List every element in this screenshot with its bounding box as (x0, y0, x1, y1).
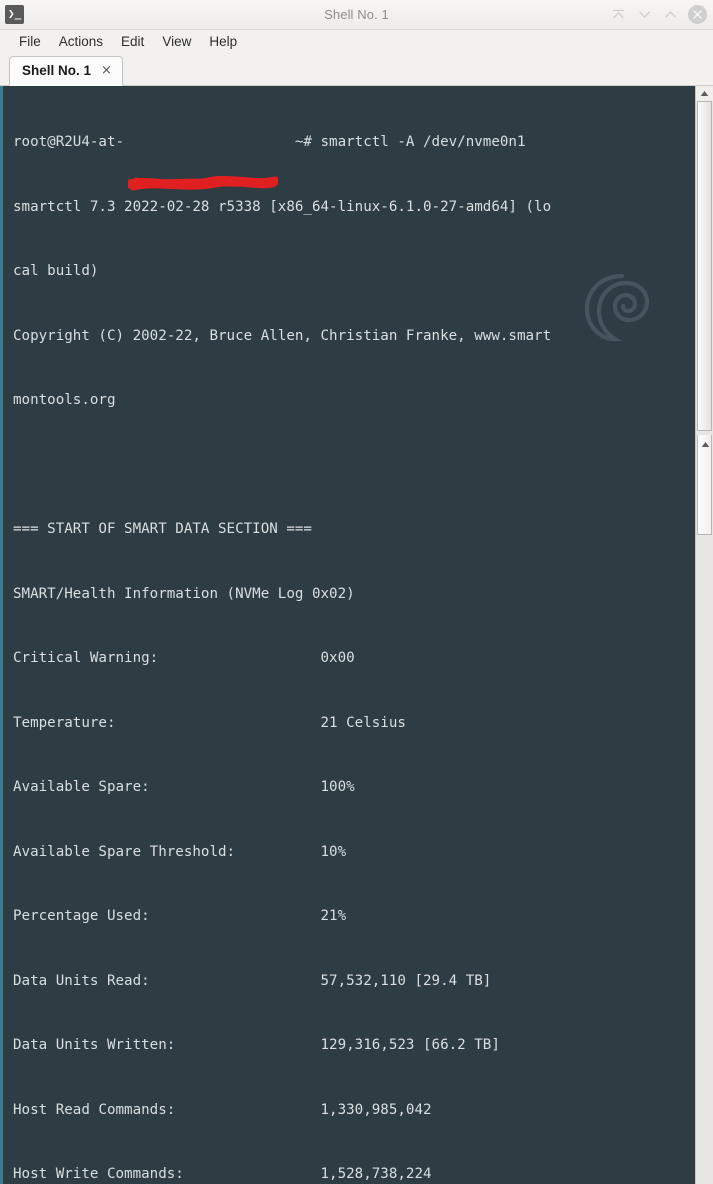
scrollbar-track[interactable] (696, 101, 713, 1184)
close-button[interactable] (688, 5, 707, 24)
title-bar[interactable]: ❯_ Shell No. 1 (0, 0, 713, 30)
terminal-outer: root@R2U4-at- ~# smartctl -A /dev/nvme0n… (0, 86, 713, 1184)
terminal-line: Data Units Written: 129,316,523 [66.2 TB… (13, 1037, 500, 1053)
terminal-line: Data Units Read: 57,532,110 [29.4 TB] (13, 972, 492, 989)
tab-bar: Shell No. 1 × (0, 54, 713, 86)
maximize-button[interactable] (662, 6, 679, 23)
menu-item-edit[interactable]: Edit (112, 32, 153, 52)
scrollbar-up-button[interactable] (696, 86, 713, 101)
terminal-line: Host Write Commands: 1,528,738,224 (13, 1166, 432, 1182)
terminal-line: === START OF SMART DATA SECTION === (13, 521, 312, 537)
terminal-line: Percentage Used: 21% (13, 908, 347, 924)
terminal-line: Temperature: 21 Celsius (13, 714, 406, 731)
terminal-scrollbar[interactable] (695, 86, 713, 1184)
menu-item-actions[interactable]: Actions (50, 32, 112, 52)
terminal-icon-glyph: ❯_ (8, 7, 22, 20)
terminal-icon: ❯_ (5, 5, 24, 24)
menu-item-help[interactable]: Help (200, 32, 246, 52)
scrollbar-lower-segment[interactable] (697, 435, 712, 535)
scrollbar-thumb[interactable] (697, 101, 712, 431)
terminal-line: smartctl 7.3 2022-02-28 r5338 [x86_64-li… (13, 198, 552, 215)
terminal-line: Host Read Commands: 1,330,985,042 (13, 1101, 432, 1118)
terminal-line: Copyright (C) 2002-22, Bruce Allen, Chri… (13, 327, 552, 344)
terminal-window: ❯_ Shell No. 1 File Actions Edit View He… (0, 0, 713, 1184)
tab-shell-no-1[interactable]: Shell No. 1 × (9, 56, 123, 86)
terminal-line: Critical Warning: 0x00 (13, 650, 355, 666)
triangle-up-icon (700, 91, 709, 96)
shade-button[interactable] (610, 6, 627, 23)
terminal-line: Available Spare: 100% (13, 779, 355, 795)
terminal-output: root@R2U4-at- ~# smartctl -A /dev/nvme0n… (3, 86, 695, 1184)
close-icon (693, 10, 702, 19)
terminal-line: SMART/Health Information (NVMe Log 0x02) (13, 585, 355, 602)
triangle-up-icon (701, 442, 710, 447)
tab-label: Shell No. 1 (22, 63, 92, 78)
window-controls (610, 5, 707, 24)
tab-close-icon[interactable]: × (100, 64, 113, 77)
terminal-line: root@R2U4-at- ~# smartctl -A /dev/nvme0n… (13, 134, 526, 150)
terminal-area: root@R2U4-at- ~# smartctl -A /dev/nvme0n… (0, 86, 713, 1184)
minimize-button[interactable] (636, 6, 653, 23)
terminal-line: cal build) (13, 263, 99, 279)
menu-item-file[interactable]: File (10, 32, 50, 52)
terminal-screen[interactable]: root@R2U4-at- ~# smartctl -A /dev/nvme0n… (0, 86, 695, 1184)
menu-bar: File Actions Edit View Help (0, 30, 713, 54)
terminal-line: montools.org (13, 392, 116, 408)
terminal-line: Available Spare Threshold: 10% (13, 843, 347, 860)
window-title: Shell No. 1 (324, 7, 389, 22)
menu-item-view[interactable]: View (153, 32, 200, 52)
